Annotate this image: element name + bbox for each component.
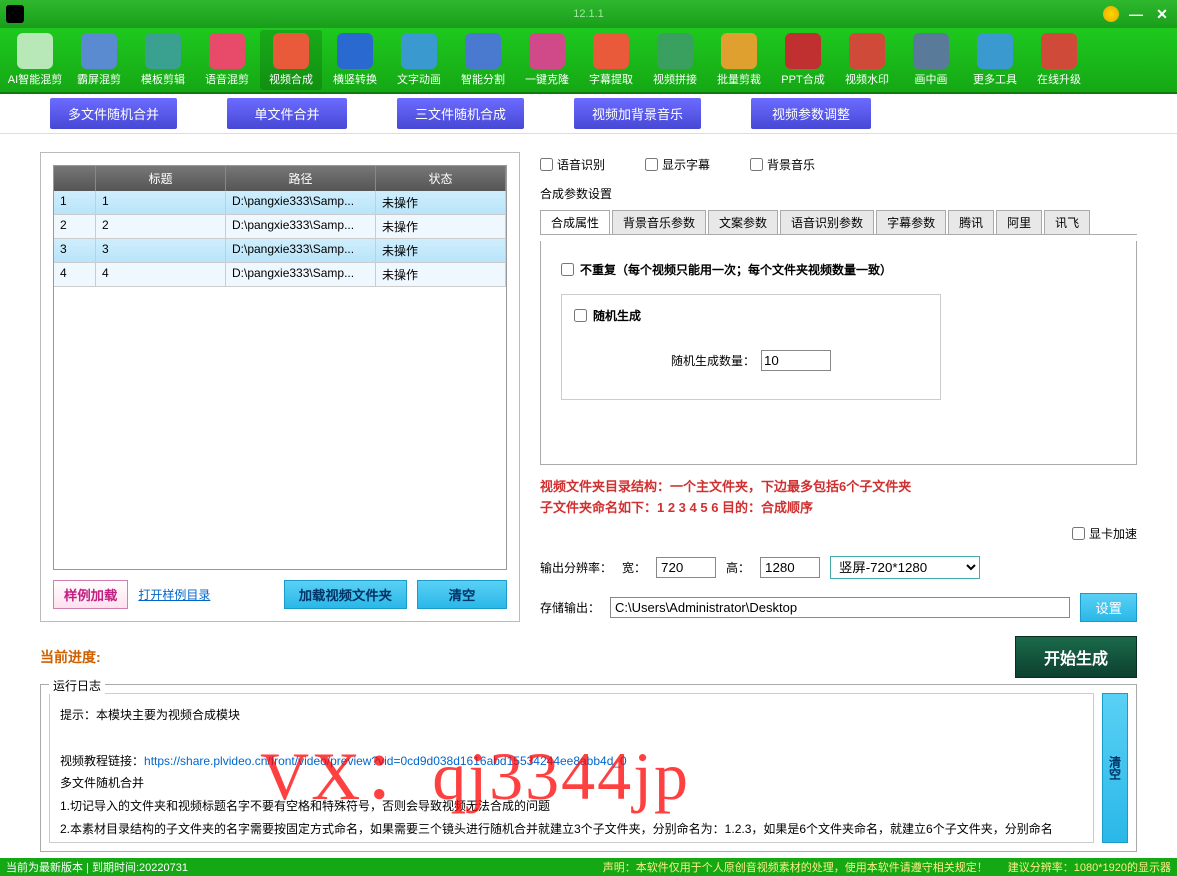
progress-label: 当前进度: <box>40 647 101 667</box>
open-sample-dir-link[interactable]: 打开样例目录 <box>138 586 210 603</box>
titlebar: 12.1.1 — ✕ <box>0 0 1177 28</box>
tool-9[interactable]: 字幕提取 <box>580 30 642 90</box>
main-tab-4[interactable]: 视频参数调整 <box>751 98 871 129</box>
tool-10[interactable]: 视频拼接 <box>644 30 706 90</box>
app-logo-icon <box>6 5 24 23</box>
log-text[interactable]: 提示：本模块主要为视频合成模块 视频教程链接：https://share.plv… <box>49 693 1094 843</box>
tool-icon <box>721 33 757 69</box>
tool-icon <box>465 33 501 69</box>
height-input[interactable] <box>760 557 820 578</box>
param-tabs: 合成属性背景音乐参数文案参数语音识别参数字幕参数腾讯阿里讯飞 <box>540 210 1137 235</box>
main-toolbar: AI智能混剪霸屏混剪模板剪辑语音混剪视频合成横竖转换文字动画智能分割一键克隆字幕… <box>0 28 1177 94</box>
subtab-3[interactable]: 语音识别参数 <box>780 210 874 234</box>
subtab-0[interactable]: 合成属性 <box>540 210 610 234</box>
col-path: 路径 <box>226 166 376 191</box>
table-row[interactable]: 33D:\pangxie333\Samp...未操作 <box>54 239 506 263</box>
tool-14[interactable]: 画中画 <box>900 30 962 90</box>
tutorial-link[interactable]: https://share.plvideo.cn/front/video/pre… <box>144 754 627 768</box>
random-gen-check[interactable] <box>574 309 587 322</box>
tool-icon <box>785 33 821 69</box>
tool-2[interactable]: 模板剪辑 <box>132 30 194 90</box>
main-tab-0[interactable]: 多文件随机合并 <box>50 98 177 129</box>
param-tab-content: 不重复（每个视频只能用一次；每个文件夹视频数量一致） 随机生成 随机生成数量： <box>540 241 1137 465</box>
file-table: 标题 路径 状态 11D:\pangxie333\Samp...未操作22D:\… <box>53 165 507 570</box>
badge-icon <box>1103 6 1119 22</box>
tool-icon <box>209 33 245 69</box>
tool-icon <box>849 33 885 69</box>
tool-15[interactable]: 更多工具 <box>964 30 1026 90</box>
tool-12[interactable]: PPT合成 <box>772 30 834 90</box>
tool-8[interactable]: 一键克隆 <box>516 30 578 90</box>
tool-13[interactable]: 视频水印 <box>836 30 898 90</box>
tab-bar: 多文件随机合并 单文件合并 三文件随机合成 视频加背景音乐 视频参数调整 <box>0 94 1177 134</box>
tool-3[interactable]: 语音混剪 <box>196 30 258 90</box>
subtab-2[interactable]: 文案参数 <box>708 210 778 234</box>
col-title: 标题 <box>96 166 226 191</box>
tool-icon <box>401 33 437 69</box>
sample-load-button[interactable]: 样例加载 <box>53 580 128 609</box>
minimize-button[interactable]: — <box>1127 5 1145 23</box>
table-row[interactable]: 22D:\pangxie333\Samp...未操作 <box>54 215 506 239</box>
subtab-1[interactable]: 背景音乐参数 <box>612 210 706 234</box>
col-num <box>54 166 96 191</box>
tool-icon <box>657 33 693 69</box>
width-input[interactable] <box>656 557 716 578</box>
tool-5[interactable]: 横竖转换 <box>324 30 386 90</box>
main-tab-1[interactable]: 单文件合并 <box>227 98 347 129</box>
statusbar: 当前为最新版本 | 到期时间:20220731 声明：本软件仅用于个人原创音视频… <box>0 858 1177 876</box>
tool-icon <box>593 33 629 69</box>
subtab-4[interactable]: 字幕参数 <box>876 210 946 234</box>
file-list-panel: 标题 路径 状态 11D:\pangxie333\Samp...未操作22D:\… <box>40 152 520 622</box>
params-title: 合成参数设置 <box>540 183 1137 204</box>
tool-16[interactable]: 在线升级 <box>1028 30 1090 90</box>
tool-icon <box>273 33 309 69</box>
rand-count-label: 随机生成数量： <box>671 352 755 369</box>
tool-0[interactable]: AI智能混剪 <box>4 30 66 90</box>
tool-7[interactable]: 智能分割 <box>452 30 514 90</box>
col-status: 状态 <box>376 166 506 191</box>
start-button[interactable]: 开始生成 <box>1015 636 1137 678</box>
tool-icon <box>337 33 373 69</box>
tool-icon <box>977 33 1013 69</box>
table-row[interactable]: 44D:\pangxie333\Samp...未操作 <box>54 263 506 287</box>
close-button[interactable]: ✕ <box>1153 5 1171 23</box>
bgm-check[interactable]: 背景音乐 <box>750 156 815 173</box>
clear-log-button[interactable]: 清空 <box>1102 693 1128 843</box>
tool-1[interactable]: 霸屏混剪 <box>68 30 130 90</box>
clear-list-button[interactable]: 清空 <box>417 580 507 609</box>
gpu-check[interactable]: 显卡加速 <box>1072 525 1137 542</box>
subtab-7[interactable]: 讯飞 <box>1044 210 1090 234</box>
load-folder-button[interactable]: 加载视频文件夹 <box>284 580 407 609</box>
version-label: 12.1.1 <box>573 8 604 20</box>
tool-icon <box>913 33 949 69</box>
no-repeat-check[interactable] <box>561 263 574 276</box>
tool-icon <box>17 33 53 69</box>
settings-panel: 语音识别 显示字幕 背景音乐 合成参数设置 合成属性背景音乐参数文案参数语音识别… <box>540 152 1137 622</box>
subtab-5[interactable]: 腾讯 <box>948 210 994 234</box>
tool-icon <box>81 33 117 69</box>
subtab-6[interactable]: 阿里 <box>996 210 1042 234</box>
main-tab-3[interactable]: 视频加背景音乐 <box>574 98 701 129</box>
status-version: 当前为最新版本 | 到期时间:20220731 <box>6 859 188 875</box>
log-panel: 运行日志 提示：本模块主要为视频合成模块 视频教程链接：https://shar… <box>40 684 1137 852</box>
tool-icon <box>529 33 565 69</box>
set-path-button[interactable]: 设置 <box>1080 593 1137 622</box>
subtitle-check[interactable]: 显示字幕 <box>645 156 710 173</box>
tool-icon <box>1041 33 1077 69</box>
main-tab-2[interactable]: 三文件随机合成 <box>397 98 524 129</box>
tool-11[interactable]: 批量剪裁 <box>708 30 770 90</box>
res-label: 输出分辨率： <box>540 559 612 576</box>
voice-check[interactable]: 语音识别 <box>540 156 605 173</box>
log-legend: 运行日志 <box>49 677 105 694</box>
tool-4[interactable]: 视频合成 <box>260 30 322 90</box>
storage-label: 存储输出： <box>540 599 600 616</box>
storage-path-input[interactable] <box>610 597 1070 618</box>
tool-6[interactable]: 文字动画 <box>388 30 450 90</box>
preset-select[interactable]: 竖屏-720*1280 <box>830 556 980 579</box>
tool-icon <box>145 33 181 69</box>
table-row[interactable]: 11D:\pangxie333\Samp...未操作 <box>54 191 506 215</box>
rand-count-input[interactable] <box>761 350 831 371</box>
folder-hint: 视频文件夹目录结构：一个主文件夹，下边最多包括6个子文件夹 子文件夹命名如下：1… <box>540 477 1137 519</box>
